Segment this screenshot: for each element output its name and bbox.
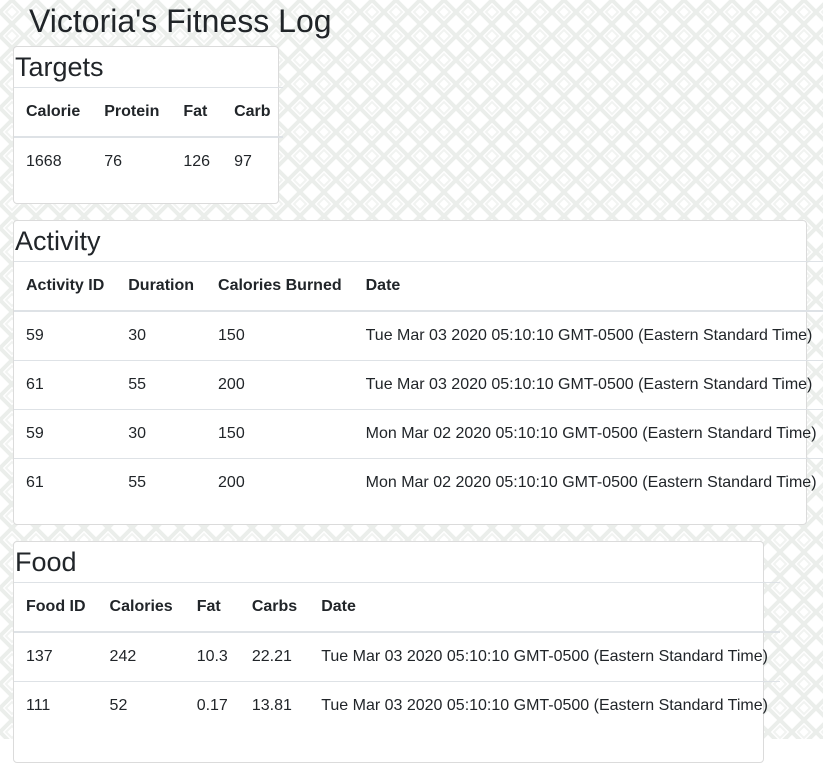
activity-cell-calories: 200 [218, 474, 245, 491]
food-col-carbs: Carbs [239, 582, 310, 633]
activity-col-calories-burned: Calories Burned [206, 261, 354, 312]
food-cell-fat: 0.17 [196, 697, 228, 714]
table-row: 61 55 200 Tue Mar 03 2020 05:10:10 GMT-0… [14, 360, 823, 410]
targets-cell-calorie: 1668 [26, 153, 62, 170]
activity-cell-duration: 30 [116, 311, 207, 361]
activity-cell-date: Mon Mar 02 2020 05:10:10 GMT-0500 (Easte… [365, 474, 817, 491]
activity-cell-id: 59 [14, 311, 117, 361]
food-cell-calories: 52 [109, 697, 128, 714]
activity-cell-duration: 30 [116, 409, 207, 459]
food-col-fat: Fat [184, 582, 240, 633]
food-header-row: Food ID Calories Fat Carbs Date [14, 582, 780, 633]
table-row: 137 242 10.3 22.21 Tue Mar 03 2020 05:10… [14, 632, 780, 682]
targets-cell-fat: 126 [183, 153, 211, 170]
activity-cell-duration: 55 [128, 474, 147, 491]
activity-cell-date: Tue Mar 03 2020 05:10:10 GMT-0500 (Easte… [353, 360, 823, 410]
food-cell-calories: 242 [97, 632, 185, 682]
targets-col-calorie: Calorie [14, 87, 93, 138]
activity-header-row: Activity ID Duration Calories Burned Dat… [14, 261, 823, 312]
activity-cell-date: Tue Mar 03 2020 05:10:10 GMT-0500 (Easte… [353, 311, 823, 361]
table-row: 59 30 150 Mon Mar 02 2020 05:10:10 GMT-0… [14, 409, 823, 459]
activity-card: Activity Activity ID Duration Calories B… [13, 220, 823, 525]
targets-cell-protein: 76 [104, 153, 123, 170]
activity-cell-date: Mon Mar 02 2020 05:10:10 GMT-0500 (Easte… [353, 409, 823, 459]
targets-col-protein: Protein [92, 87, 172, 138]
targets-col-fat: Fat [171, 87, 223, 138]
activity-cell-id: 61 [26, 474, 44, 491]
targets-header-row: Calorie Protein Fat Carb [14, 87, 283, 138]
food-cell-id: 111 [26, 697, 51, 714]
page-title: Victoria's Fitness Log [29, 3, 332, 39]
activity-heading: Activity [15, 226, 101, 256]
activity-cell-calories: 200 [206, 360, 354, 410]
activity-col-date: Date [353, 261, 823, 312]
activity-col-id: Activity ID [14, 261, 117, 312]
food-card: Food Food ID Calories Fat Carbs Date 137… [13, 541, 780, 763]
activity-col-duration: Duration [116, 261, 207, 312]
food-cell-date: Tue Mar 03 2020 05:10:10 GMT-0500 (Easte… [321, 697, 768, 714]
targets-table: Calorie Protein Fat Carb 1668 76 126 97 [14, 87, 283, 186]
activity-cell-duration: 55 [116, 360, 207, 410]
table-row: 111 52 0.17 13.81 Tue Mar 03 2020 05:10:… [14, 682, 780, 731]
targets-col-carb: Carb [222, 87, 283, 138]
activity-table: Activity ID Duration Calories Burned Dat… [14, 261, 823, 507]
food-col-date: Date [309, 582, 780, 633]
food-table: Food ID Calories Fat Carbs Date 137 242 … [14, 582, 780, 730]
food-col-id: Food ID [14, 582, 98, 633]
table-row: 61 55 200 Mon Mar 02 2020 05:10:10 GMT-0… [14, 459, 823, 508]
activity-cell-id: 61 [14, 360, 117, 410]
activity-cell-id: 59 [14, 409, 117, 459]
food-col-calories: Calories [97, 582, 185, 633]
food-cell-carbs: 22.21 [239, 632, 310, 682]
targets-cell-carb: 97 [234, 153, 252, 170]
food-heading: Food [15, 547, 77, 577]
food-cell-fat: 10.3 [184, 632, 240, 682]
activity-cell-calories: 150 [206, 311, 354, 361]
table-row: 59 30 150 Tue Mar 03 2020 05:10:10 GMT-0… [14, 311, 823, 361]
table-row: 1668 76 126 97 [14, 137, 283, 186]
targets-heading: Targets [15, 52, 104, 82]
targets-card: Targets Calorie Protein Fat Carb 1668 76… [13, 46, 283, 204]
food-cell-id: 137 [14, 632, 98, 682]
food-cell-date: Tue Mar 03 2020 05:10:10 GMT-0500 (Easte… [309, 632, 780, 682]
food-cell-carbs: 13.81 [251, 697, 292, 714]
activity-cell-calories: 150 [206, 409, 354, 459]
